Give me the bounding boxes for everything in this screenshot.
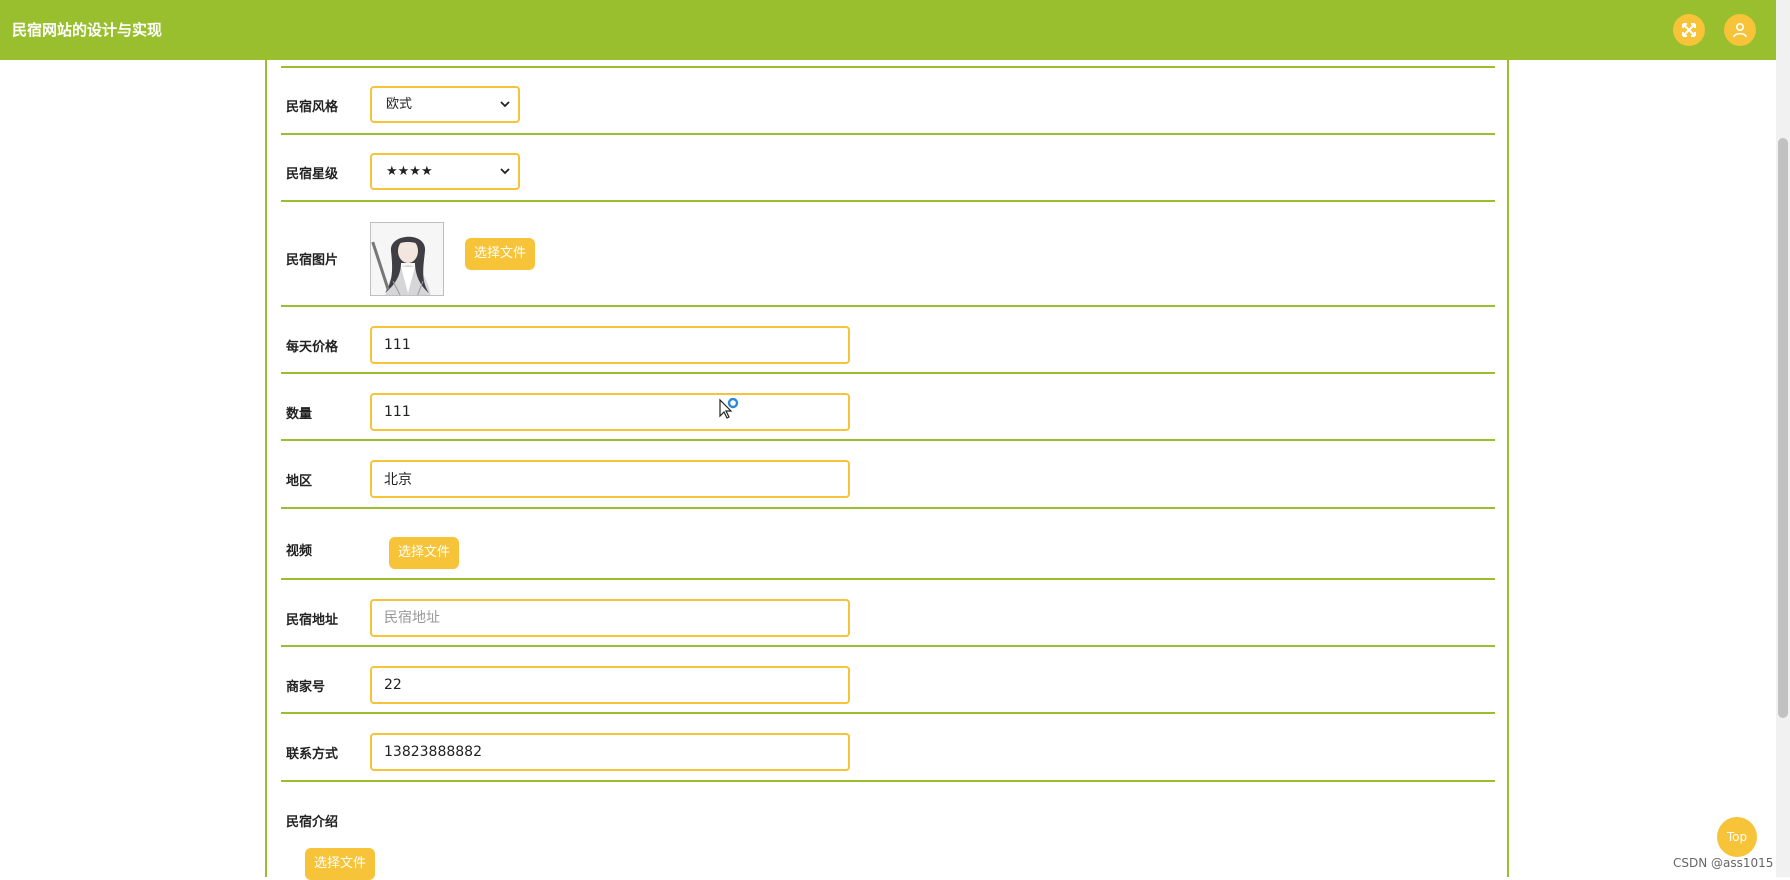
- quantity-input[interactable]: [370, 393, 850, 431]
- scrollbar-thumb[interactable]: [1778, 138, 1788, 718]
- watermark: CSDN @ass1015: [1673, 856, 1774, 870]
- video-choose-file-button[interactable]: 选择文件: [389, 537, 460, 569]
- address-input[interactable]: [370, 599, 850, 637]
- app-title: 民宿网站的设计与实现: [12, 21, 163, 39]
- form-row-stars: 民宿星级 ★★★★: [281, 135, 1495, 202]
- back-to-top-button[interactable]: Top: [1717, 817, 1757, 857]
- form-row-quantity: 数量: [281, 374, 1495, 441]
- chevron-down-icon: [500, 168, 510, 175]
- form-row-merchant: 商家号: [281, 647, 1495, 714]
- form-row-price: 每天价格: [281, 307, 1495, 374]
- intro-choose-file-button[interactable]: 选择文件: [305, 848, 376, 880]
- stars-select[interactable]: ★★★★: [370, 153, 520, 190]
- stars-label: 民宿星级: [286, 167, 339, 182]
- contact-input[interactable]: [370, 733, 850, 771]
- style-label: 民宿风格: [286, 100, 339, 115]
- top-header: 民宿网站的设计与实现: [0, 0, 1776, 60]
- portrait-illustration: [371, 223, 443, 295]
- price-label: 每天价格: [286, 340, 339, 355]
- page-scrollbar[interactable]: [1776, 0, 1790, 877]
- form-row-style: 民宿风格 欧式: [281, 68, 1495, 135]
- house-image-thumbnail: [370, 222, 444, 296]
- region-input[interactable]: [370, 460, 850, 498]
- fullscreen-button[interactable]: [1673, 14, 1705, 46]
- region-label: 地区: [286, 474, 313, 489]
- user-icon: [1733, 22, 1747, 38]
- quantity-label: 数量: [286, 407, 313, 422]
- form-row-address: 民宿地址: [281, 580, 1495, 647]
- fullscreen-icon: [1682, 23, 1696, 37]
- image-choose-file-button[interactable]: 选择文件: [465, 238, 536, 270]
- video-label: 视频: [286, 544, 313, 559]
- contact-label: 联系方式: [286, 747, 339, 762]
- form-row-video: 视频 选择文件: [281, 509, 1495, 580]
- user-button[interactable]: [1724, 14, 1756, 46]
- address-label: 民宿地址: [286, 613, 339, 628]
- mouse-cursor-icon: [719, 398, 739, 419]
- form-row-region: 地区: [281, 441, 1495, 509]
- intro-label: 民宿介绍: [286, 815, 339, 830]
- merchant-input[interactable]: [370, 666, 850, 704]
- merchant-label: 商家号: [286, 680, 326, 695]
- form-row-intro: 民宿介绍 选择文件: [281, 782, 1495, 880]
- chevron-down-icon: [500, 101, 510, 108]
- price-input[interactable]: [370, 326, 850, 364]
- form-row-image: 民宿图片 选择文件: [281, 202, 1495, 307]
- stars-select-value: ★★★★: [386, 164, 433, 179]
- style-select-value: 欧式: [386, 97, 413, 112]
- style-select[interactable]: 欧式: [370, 86, 520, 123]
- image-label: 民宿图片: [286, 253, 339, 268]
- form-row-contact: 联系方式: [281, 714, 1495, 782]
